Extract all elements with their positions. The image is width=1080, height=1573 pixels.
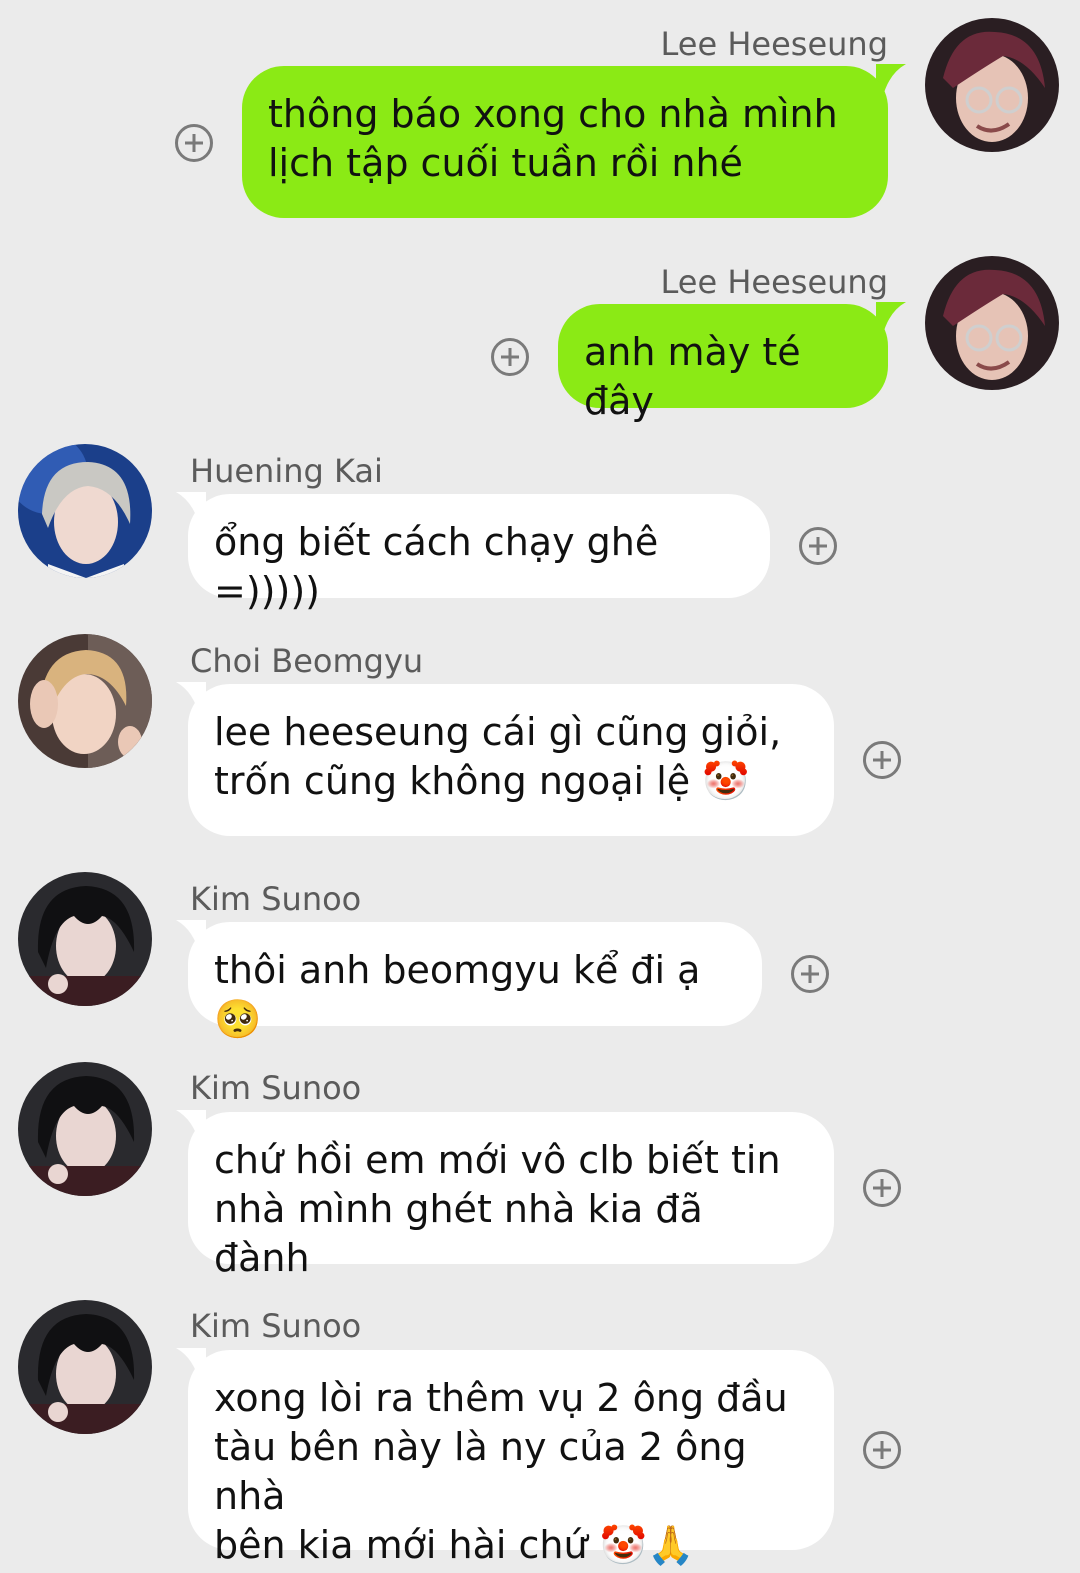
add-reaction-button[interactable] [175,124,213,162]
sender-name: Kim Sunoo [190,1069,362,1107]
add-reaction-button[interactable] [863,741,901,779]
sender-name: Huening Kai [190,452,383,490]
sender-avatar[interactable] [18,634,152,768]
add-reaction-button[interactable] [799,527,837,565]
sender-avatar[interactable] [18,444,152,578]
add-reaction-button[interactable] [491,338,529,376]
sender-avatar[interactable] [925,18,1059,152]
sender-avatar[interactable] [18,1062,152,1196]
message-bubble[interactable]: lee heeseung cái gì cũng giỏi, trốn cũng… [188,684,834,836]
add-reaction-button[interactable] [863,1431,901,1469]
sender-avatar[interactable] [18,1300,152,1434]
sender-avatar[interactable] [18,872,152,1006]
message-bubble[interactable]: thông báo xong cho nhà mình lịch tập cuố… [242,66,888,218]
message-bubble[interactable]: chứ hồi em mới vô clb biết tin nhà mình … [188,1112,834,1280]
message-bubble[interactable]: anh mày té đây [558,304,888,423]
message-bubble[interactable]: xong lòi ra thêm vụ 2 ông đầu tàu bên nà… [188,1350,834,1567]
sender-avatar[interactable] [925,256,1059,390]
message-bubble[interactable]: ổng biết cách chạy ghê =))))) [188,494,770,613]
sender-name: Lee Heeseung [660,25,888,63]
sender-name: Kim Sunoo [190,880,362,918]
message-bubble[interactable]: thôi anh beomgyu kể đi ạ 🥺 [188,922,762,1041]
add-reaction-button[interactable] [791,955,829,993]
sender-name: Choi Beomgyu [190,642,424,680]
add-reaction-button[interactable] [863,1169,901,1207]
sender-name: Lee Heeseung [660,263,888,301]
sender-name: Kim Sunoo [190,1307,362,1345]
